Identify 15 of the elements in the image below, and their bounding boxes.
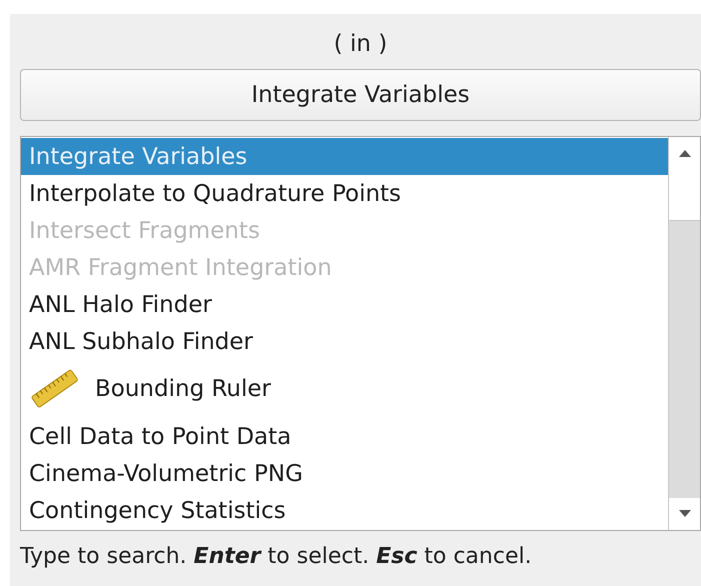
item-label: Bounding Ruler xyxy=(95,375,272,403)
list-item[interactable]: Cell Data to Point Data xyxy=(21,418,668,455)
list-item[interactable]: Contingency Statistics xyxy=(21,492,668,529)
hint-text: Type to search. Enter to select. Esc to cancel. xyxy=(20,544,532,569)
scroll-thumb[interactable] xyxy=(669,169,700,221)
list-item[interactable]: Cinema-Volumetric PNG xyxy=(21,455,668,492)
list-item[interactable]: Bounding Ruler xyxy=(21,360,668,418)
port-label: ( in ) xyxy=(334,30,388,59)
list-item[interactable]: ANL Halo Finder xyxy=(21,286,668,323)
scroll-down-icon[interactable] xyxy=(669,498,700,530)
list-item[interactable]: Interpolate to Quadrature Points xyxy=(21,175,668,212)
list-item[interactable]: ANL Subhalo Finder xyxy=(21,323,668,360)
scroll-up-icon[interactable] xyxy=(669,137,700,169)
filter-button[interactable]: Integrate Variables xyxy=(20,69,701,121)
scrollbar[interactable] xyxy=(668,137,700,530)
